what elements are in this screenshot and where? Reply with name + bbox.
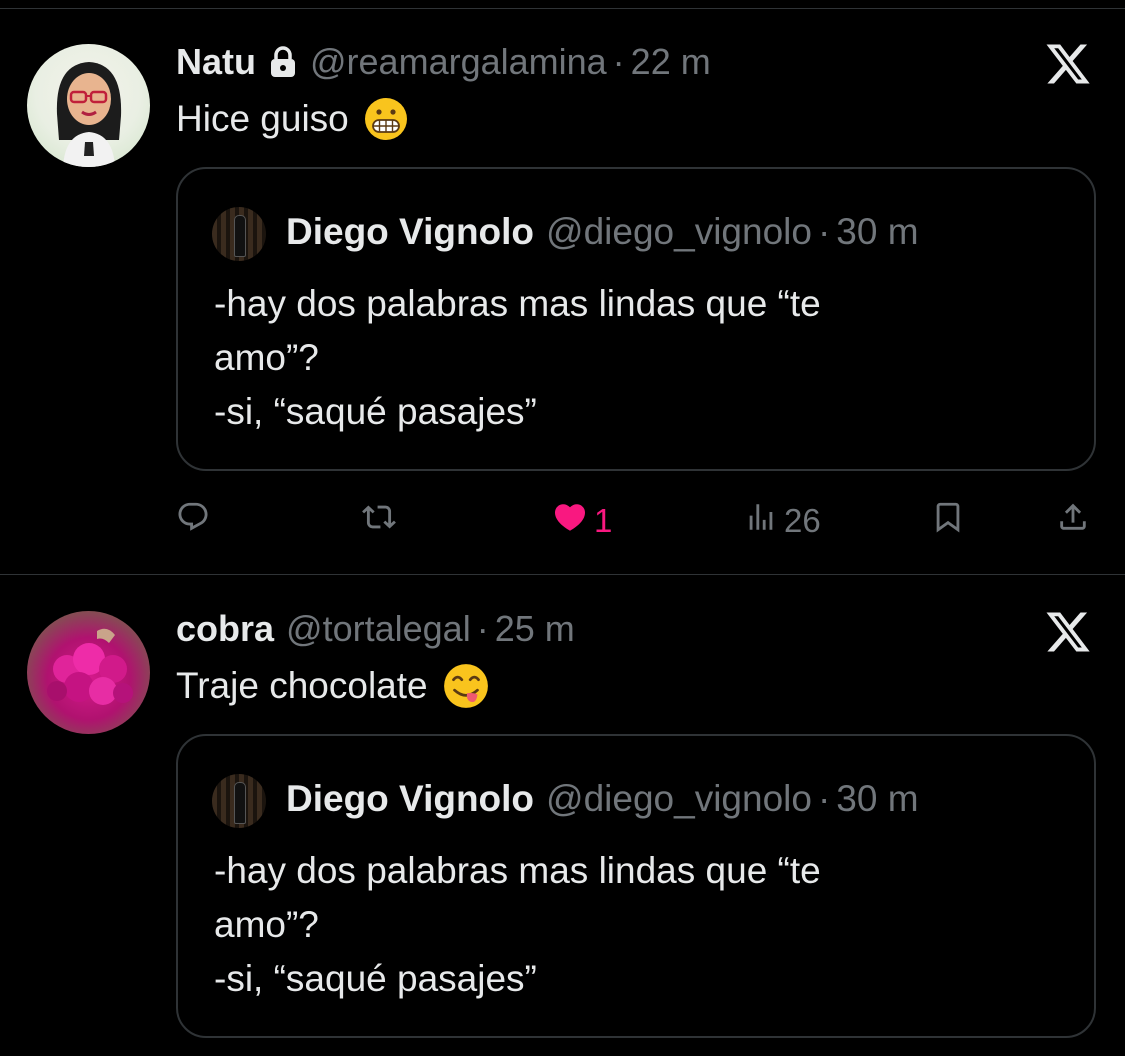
reply-button[interactable] bbox=[176, 491, 210, 551]
repost-button[interactable] bbox=[362, 491, 396, 551]
views-button[interactable]: 26 bbox=[744, 491, 821, 551]
avatar-illustration bbox=[56, 62, 122, 167]
tweet-header: Natu @reamargalamina · 22 m bbox=[176, 40, 711, 84]
quoted-tweet[interactable]: Diego Vignolo @diego_vignolo · 30 m -hay… bbox=[176, 167, 1096, 471]
quoted-header: Diego Vignolo @diego_vignolo · 30 m bbox=[286, 776, 919, 822]
share-button[interactable] bbox=[1056, 491, 1090, 551]
like-button[interactable]: 1 bbox=[552, 491, 612, 551]
x-logo-icon[interactable] bbox=[1044, 608, 1092, 656]
quoted-author-name: Diego Vignolo bbox=[286, 211, 535, 252]
separator-dot: · bbox=[817, 211, 831, 252]
views-icon bbox=[744, 500, 778, 542]
repost-icon bbox=[362, 500, 396, 542]
reply-icon bbox=[176, 500, 210, 542]
author-name[interactable]: Natu bbox=[176, 41, 256, 83]
quoted-timestamp: 30 m bbox=[836, 211, 919, 252]
quoted-avatar[interactable] bbox=[212, 207, 266, 261]
top-divider bbox=[0, 8, 1125, 9]
heart-filled-icon bbox=[552, 499, 588, 543]
views-count: 26 bbox=[784, 502, 821, 539]
grimacing-face-icon bbox=[363, 96, 409, 142]
timestamp[interactable]: 25 m bbox=[495, 608, 575, 650]
bookmark-button[interactable] bbox=[931, 491, 965, 551]
separator-dot: · bbox=[817, 778, 831, 819]
avatar-illustration bbox=[47, 628, 133, 705]
separator-dot: · bbox=[476, 608, 489, 649]
separator-dot: · bbox=[612, 41, 625, 82]
avatar[interactable] bbox=[27, 611, 150, 734]
author-handle[interactable]: @reamargalamina bbox=[310, 41, 607, 83]
like-count: 1 bbox=[594, 502, 613, 539]
quoted-author-handle: @diego_vignolo bbox=[546, 211, 812, 252]
avatar[interactable] bbox=[27, 44, 150, 167]
quoted-text: -hay dos palabras mas lindas que “te amo… bbox=[214, 850, 821, 999]
timestamp[interactable]: 22 m bbox=[631, 41, 711, 83]
share-icon bbox=[1056, 500, 1090, 542]
tweet-text: Traje chocolate bbox=[176, 665, 428, 706]
quoted-timestamp: 30 m bbox=[836, 778, 919, 819]
bookmark-icon bbox=[931, 500, 965, 542]
tweet-text-row: Traje chocolate bbox=[176, 662, 490, 710]
author-handle[interactable]: @tortalegal bbox=[286, 608, 471, 650]
lock-icon bbox=[268, 45, 298, 79]
quoted-author-name: Diego Vignolo bbox=[286, 778, 535, 819]
quoted-header: Diego Vignolo @diego_vignolo · 30 m bbox=[286, 209, 919, 255]
action-bar: 1 26 bbox=[176, 491, 1096, 551]
quoted-tweet[interactable]: Diego Vignolo @diego_vignolo · 30 m -hay… bbox=[176, 734, 1096, 1038]
quoted-avatar[interactable] bbox=[212, 774, 266, 828]
quoted-text: -hay dos palabras mas lindas que “te amo… bbox=[214, 283, 821, 432]
tweet-text-row: Hice guiso bbox=[176, 95, 409, 143]
tweet-text: Hice guiso bbox=[176, 98, 349, 139]
x-logo-icon[interactable] bbox=[1044, 40, 1092, 88]
face-savoring-food-icon bbox=[442, 662, 490, 710]
tweet-header: cobra @tortalegal · 25 m bbox=[176, 607, 575, 651]
author-name[interactable]: cobra bbox=[176, 608, 274, 650]
quoted-author-handle: @diego_vignolo bbox=[546, 778, 812, 819]
tweet-divider bbox=[0, 574, 1125, 575]
